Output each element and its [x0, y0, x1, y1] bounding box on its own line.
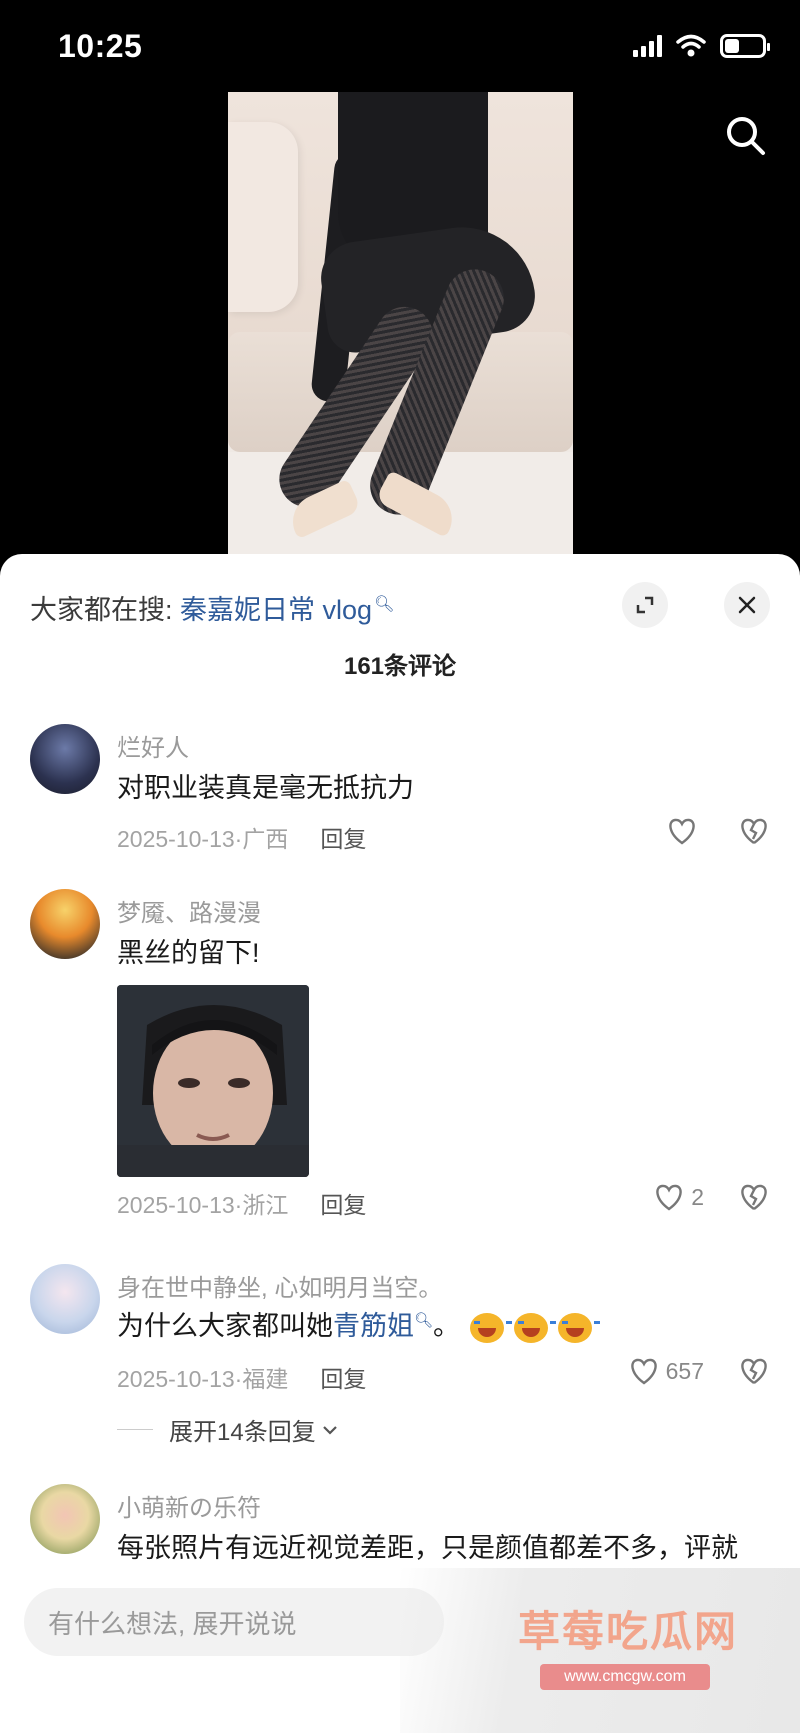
like-count: 2 — [691, 1183, 704, 1210]
comment-text: 每张照片有远近视觉差距，只是颜值都差不多，评就 — [117, 1533, 738, 1563]
expand-replies-button[interactable]: 展开14条回复 — [117, 1412, 340, 1447]
comment-text: 黑丝的留下! — [117, 938, 260, 968]
video-player[interactable] — [228, 92, 573, 554]
comment-location: 福建 — [242, 1366, 289, 1392]
reply-button[interactable]: 回复 — [320, 826, 366, 852]
status-icons — [633, 34, 770, 58]
broken-heart-icon[interactable] — [738, 1183, 770, 1211]
comment-text-before: 为什么大家都叫她 — [117, 1311, 333, 1341]
comment-count: 161条评论 — [343, 653, 457, 680]
trending-query-link[interactable]: 秦嘉妮日常 vlog 🔍︎ — [180, 595, 394, 625]
battery-icon — [720, 34, 770, 58]
avatar[interactable] — [30, 1484, 100, 1554]
close-button[interactable] — [724, 582, 770, 628]
comment-date: 2025-10-13 — [117, 1192, 235, 1218]
comment-username[interactable]: 烂好人 — [117, 728, 189, 763]
comment-username[interactable]: 小萌新の乐符 — [117, 1488, 261, 1523]
reply-button[interactable]: 回复 — [320, 1366, 366, 1392]
watermark: 草莓吃瓜网 www.cmcgw.com — [400, 1568, 800, 1733]
comment-sheet: 大家都在搜: 秦嘉妮日常 vlog 🔍︎ 161条评论 烂好人 对职业装真是毫无抵… — [0, 554, 800, 1733]
keyword-text: 青筋姐 — [333, 1311, 414, 1341]
comment-location: 浙江 — [242, 1192, 289, 1218]
chevron-down-icon — [322, 1425, 337, 1435]
laugh-cry-emoji-icon — [470, 1312, 513, 1343]
comment-location: 广西 — [242, 826, 289, 852]
comment-meta: 2025-10-13·福建 回复 — [117, 1366, 367, 1392]
comment-username[interactable]: 梦魇、路漫漫 — [117, 893, 261, 928]
reply-button[interactable]: 回复 — [320, 1192, 366, 1218]
like-button[interactable] — [666, 817, 704, 845]
comment-text: 对职业装真是毫无抵抗力 — [117, 773, 414, 803]
comment-input-bar: 有什么想法, 展开说说 草莓吃瓜网 www.cmcgw.com — [0, 1568, 800, 1733]
search-small-icon: 🔍︎ — [374, 596, 395, 613]
trending-prefix: 大家都在搜: — [30, 595, 181, 625]
expand-button[interactable] — [622, 582, 668, 628]
search-small-icon: 🔍︎ — [414, 1312, 434, 1329]
comment-username[interactable]: 身在世中静坐, 心如明月当空。 — [117, 1268, 442, 1303]
laugh-cry-emoji-icon — [514, 1312, 557, 1343]
like-button[interactable]: 2 — [653, 1183, 704, 1211]
avatar[interactable] — [30, 1264, 100, 1334]
comment-date: 2025-10-13 — [117, 826, 235, 852]
like-count: 657 — [665, 1357, 704, 1384]
sheet-header: 大家都在搜: 秦嘉妮日常 vlog 🔍︎ — [30, 582, 770, 632]
heart-icon — [656, 1184, 682, 1211]
broken-heart-icon[interactable] — [738, 1357, 770, 1385]
laugh-cry-emoji-icon — [558, 1312, 601, 1343]
watermark-title: 草莓吃瓜网 — [518, 1608, 739, 1655]
trending-query: 秦嘉妮日常 vlog — [180, 595, 373, 625]
avatar[interactable] — [30, 889, 100, 959]
heart-icon — [630, 1358, 657, 1385]
comment-text: 为什么大家都叫她青筋姐🔍︎。 — [117, 1304, 601, 1343]
comment-meta: 2025-10-13·浙江 回复 — [117, 1192, 367, 1218]
comment-text-after: 。 — [433, 1311, 461, 1341]
expand-icon — [636, 596, 654, 614]
keyword-link[interactable]: 青筋姐🔍︎ — [333, 1311, 433, 1341]
trending-search: 大家都在搜: 秦嘉妮日常 vlog 🔍︎ — [30, 588, 394, 627]
like-button[interactable]: 657 — [628, 1357, 704, 1385]
heart-icon — [669, 818, 695, 845]
comment-input[interactable]: 有什么想法, 展开说说 — [24, 1588, 444, 1656]
signal-icon — [633, 35, 662, 57]
status-bar: 10:25 — [0, 0, 800, 92]
status-time: 10:25 — [58, 28, 143, 64]
broken-heart-icon[interactable] — [738, 817, 770, 845]
watermark-url: www.cmcgw.com — [540, 1664, 710, 1690]
avatar[interactable] — [30, 724, 100, 794]
search-icon[interactable] — [722, 112, 770, 160]
wifi-icon — [676, 34, 706, 57]
comment-meta: 2025-10-13·广西 回复 — [117, 826, 367, 852]
comment-date: 2025-10-13 — [117, 1366, 235, 1392]
close-icon — [738, 596, 756, 614]
comment-image[interactable] — [117, 985, 309, 1177]
expand-replies-label: 展开14条回复 — [169, 1419, 316, 1446]
